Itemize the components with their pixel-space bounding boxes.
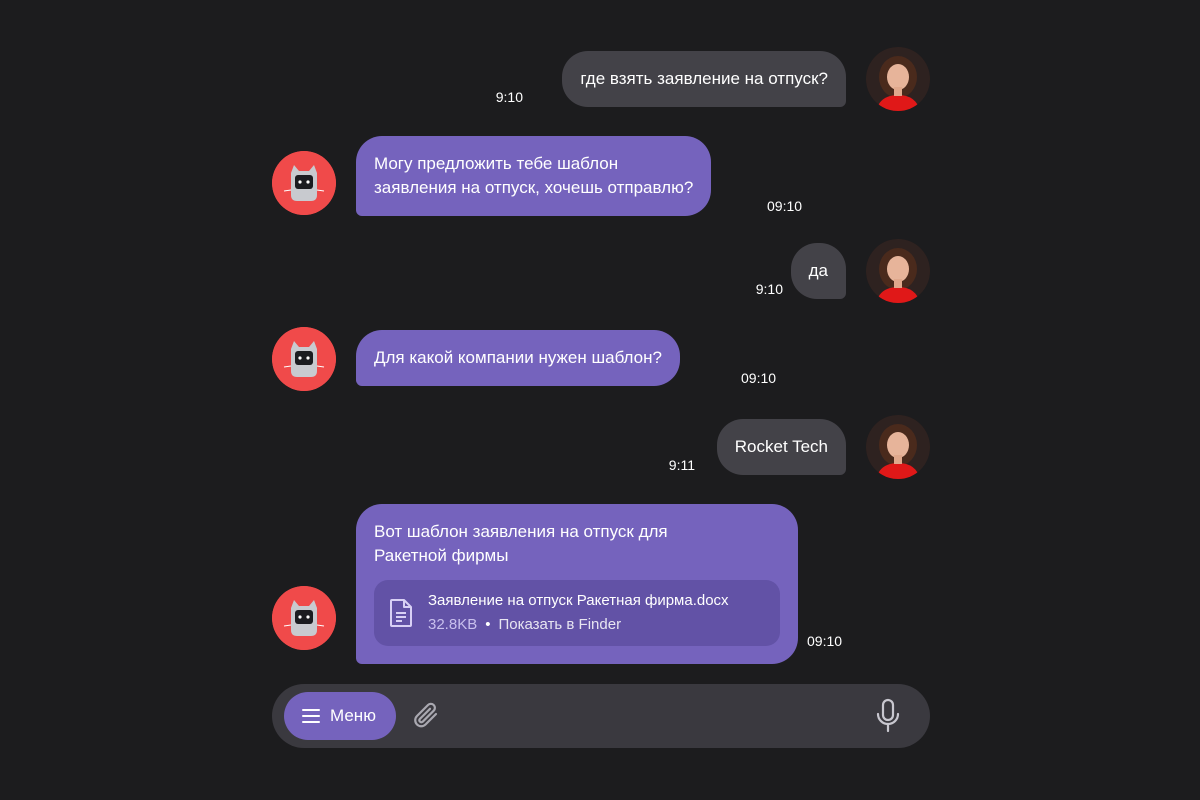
bot-message-bubble: Для какой компании нужен шаблон?: [356, 330, 680, 386]
message-time: 9:10: [495, 89, 523, 105]
message-line: Вот шаблон заявления на отпуск для: [374, 522, 668, 541]
microphone-icon[interactable]: [872, 698, 904, 734]
message-time: 09:10: [807, 633, 843, 649]
user-message-bubble: Rocket Tech: [716, 419, 846, 475]
bot-avatar: [272, 586, 336, 650]
message-time: 09:10: [767, 198, 803, 214]
show-in-finder-link[interactable]: Показать в Finder: [498, 616, 621, 633]
file-attachment[interactable]: Заявление на отпуск Ракетная фирма.docx …: [374, 580, 780, 646]
message-text: где взять заявление на отпуск?: [580, 69, 828, 88]
user-avatar: [866, 415, 930, 479]
message-line: Ракетной фирмы: [374, 546, 509, 565]
bot-message-bubble: Вот шаблон заявления на отпуск для Ракет…: [356, 504, 798, 664]
message-line: Могу предложить тебе шаблон: [374, 154, 619, 173]
user-avatar: [866, 47, 930, 111]
meta-separator: •: [485, 616, 491, 633]
user-message-bubble: да: [790, 243, 846, 299]
menu-label: Меню: [330, 706, 376, 725]
message-time: 9:10: [755, 281, 783, 297]
bot-avatar: [272, 151, 336, 215]
message-line: заявления на отпуск, хочешь отправлю?: [374, 178, 694, 197]
file-name: Заявление на отпуск Ракетная фирма.docx: [428, 592, 729, 609]
user-message-bubble: где взять заявление на отпуск?: [562, 51, 846, 107]
message-text: да: [808, 261, 828, 280]
paperclip-icon[interactable]: [410, 700, 442, 732]
menu-button[interactable]: Меню: [284, 692, 396, 740]
bot-avatar: [272, 327, 336, 391]
message-time: 09:10: [741, 370, 777, 386]
document-icon: [390, 599, 412, 627]
file-size: 32.8KB: [428, 616, 478, 633]
bot-message-bubble: Могу предложить тебе шаблон заявления на…: [356, 136, 712, 216]
message-text: Rocket Tech: [734, 437, 828, 456]
hamburger-icon: [302, 709, 320, 723]
user-avatar: [866, 239, 930, 303]
message-line: Для какой компании нужен шаблон?: [374, 348, 662, 367]
message-time: 9:11: [668, 457, 695, 473]
message-composer[interactable]: Меню: [272, 684, 930, 748]
